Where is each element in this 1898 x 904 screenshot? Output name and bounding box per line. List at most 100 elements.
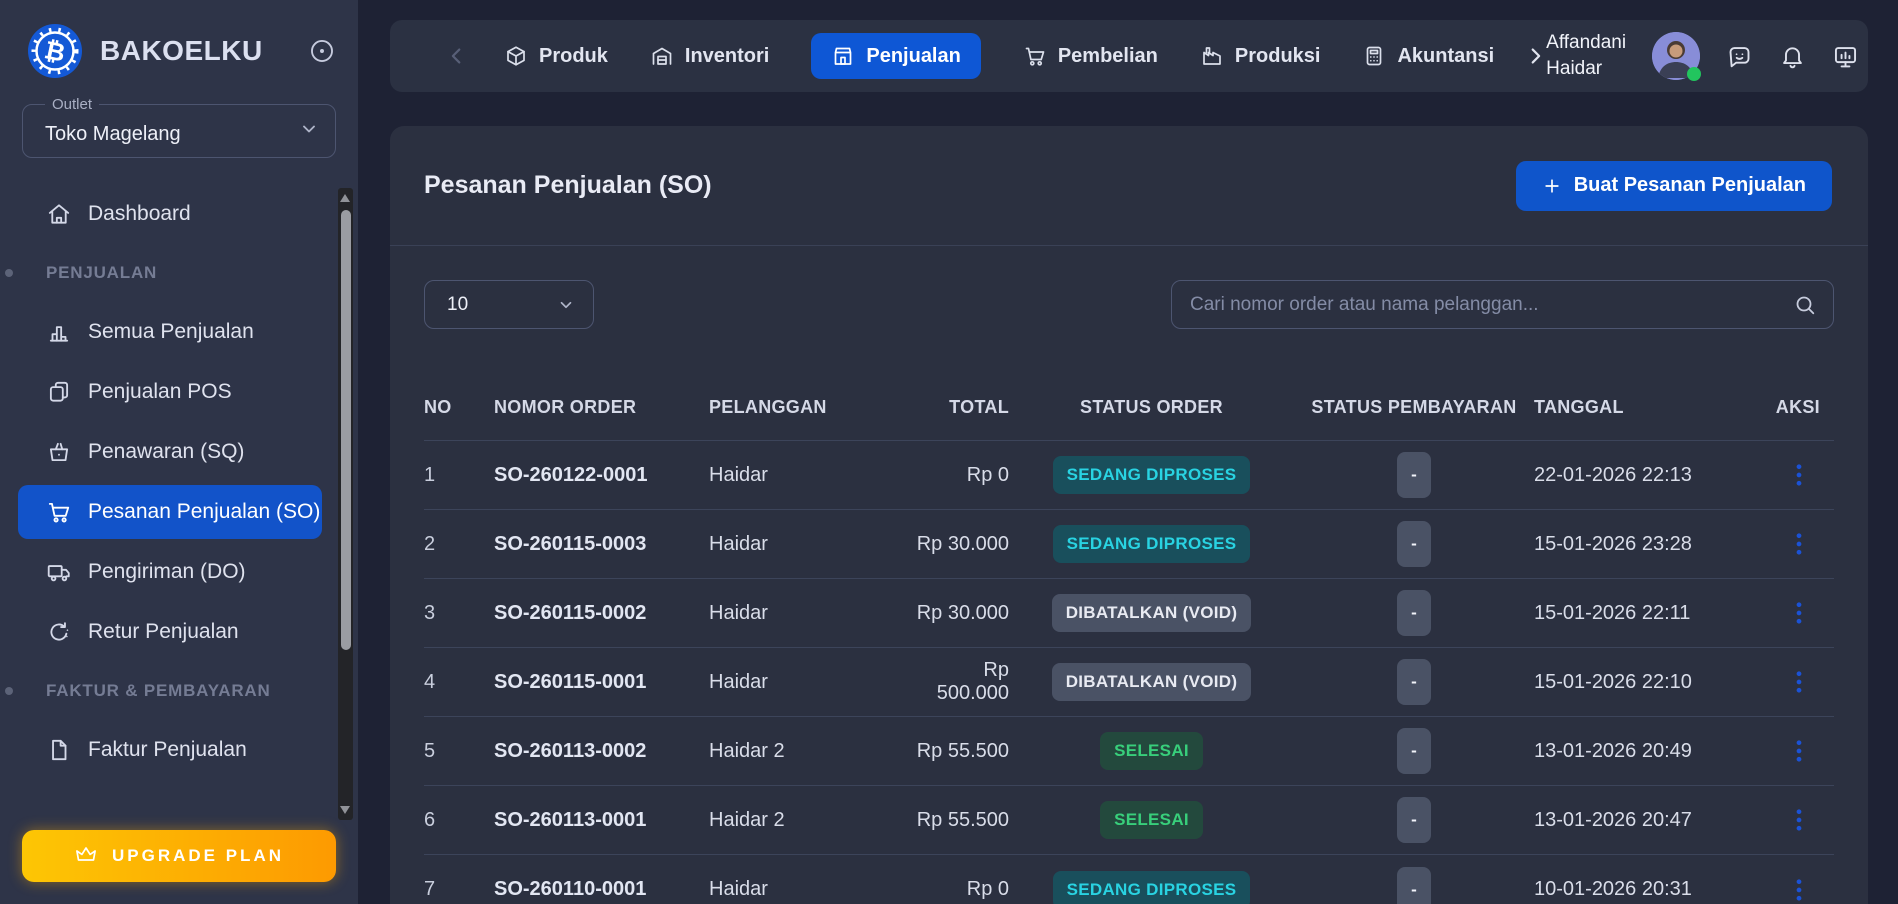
page-title: Pesanan Penjualan (SO) bbox=[424, 171, 712, 200]
cell-total: Rp 500.000 bbox=[909, 659, 1009, 705]
sidebar-section-label: PENJUALAN bbox=[0, 244, 358, 302]
cell-customer: Haidar 2 bbox=[709, 809, 909, 832]
tab-produksi[interactable]: Produksi bbox=[1200, 44, 1321, 68]
cell-date: 15-01-2026 22:10 bbox=[1534, 671, 1764, 694]
tab-akuntansi[interactable]: Akuntansi bbox=[1362, 44, 1494, 68]
table-header-row: NONOMOR ORDERPELANGGANTOTALSTATUS ORDERS… bbox=[424, 375, 1834, 441]
cart-icon bbox=[1023, 44, 1047, 68]
tab-pembelian[interactable]: Pembelian bbox=[1023, 44, 1158, 68]
chevron-down-icon bbox=[557, 296, 575, 314]
page-size-select[interactable]: 10 bbox=[424, 280, 594, 329]
table-row: 3 SO-260115-0002 Haidar Rp 30.000 DIBATA… bbox=[424, 579, 1834, 648]
avatar[interactable] bbox=[1652, 32, 1700, 80]
search-input[interactable] bbox=[1172, 294, 1833, 316]
order-status-badge: DIBATALKAN (VOID) bbox=[1052, 594, 1252, 632]
file-icon bbox=[46, 737, 76, 763]
sidebar-item-faktur-penjualan[interactable]: Faktur Penjualan bbox=[0, 720, 358, 780]
upgrade-plan-label: UPGRADE PLAN bbox=[112, 846, 284, 866]
notifications-icon[interactable] bbox=[1779, 43, 1806, 70]
sidebar-item-penjualan-pos[interactable]: Penjualan POS bbox=[0, 362, 358, 422]
user-cluster: Affandani Haidar bbox=[1546, 30, 1859, 81]
column-header: NO bbox=[424, 397, 494, 418]
tab-label: Produksi bbox=[1235, 45, 1321, 68]
row-actions-icon[interactable] bbox=[1788, 738, 1810, 764]
cell-order-number: SO-260115-0002 bbox=[494, 602, 646, 624]
search-icon[interactable] bbox=[1793, 293, 1817, 317]
home-icon bbox=[46, 201, 76, 227]
warehouse-icon bbox=[650, 44, 674, 68]
table-body: 1 SO-260122-0001 Haidar Rp 0 SEDANG DIPR… bbox=[424, 441, 1834, 904]
payment-status-badge: - bbox=[1397, 521, 1431, 567]
row-actions-icon[interactable] bbox=[1788, 462, 1810, 488]
cell-total: Rp 0 bbox=[909, 464, 1009, 487]
cell-customer: Haidar bbox=[709, 602, 909, 625]
order-status-badge: SELESAI bbox=[1100, 732, 1203, 770]
card-header: Pesanan Penjualan (SO) Buat Pesanan Penj… bbox=[390, 126, 1868, 246]
cell-no: 1 bbox=[424, 464, 494, 487]
sidebar-item-label: Retur Penjualan bbox=[88, 620, 239, 644]
scroll-down-icon[interactable] bbox=[340, 806, 350, 814]
sidebar-nav: Dashboard PENJUALAN Semua Penjualan Penju… bbox=[0, 184, 358, 780]
cell-no: 7 bbox=[424, 878, 494, 901]
factory-icon bbox=[1200, 44, 1224, 68]
cell-order-number: SO-260113-0002 bbox=[494, 740, 646, 762]
collapse-sidebar-icon[interactable] bbox=[308, 37, 336, 65]
cell-customer: Haidar bbox=[709, 464, 909, 487]
display-monitor-icon[interactable] bbox=[1832, 43, 1859, 70]
table-row: 6 SO-260113-0001 Haidar 2 Rp 55.500 SELE… bbox=[424, 786, 1834, 855]
module-tabs: Produk Inventori Penjualan Pembelian Pro… bbox=[504, 33, 1494, 79]
upgrade-plan-button[interactable]: UPGRADE PLAN bbox=[22, 830, 336, 882]
sidebar-item-retur-penjualan[interactable]: Retur Penjualan bbox=[0, 602, 358, 662]
column-header: TOTAL bbox=[909, 397, 1009, 418]
payment-status-badge: - bbox=[1397, 728, 1431, 774]
cell-total: Rp 55.500 bbox=[909, 809, 1009, 832]
row-actions-icon[interactable] bbox=[1788, 877, 1810, 903]
tab-inventori[interactable]: Inventori bbox=[650, 44, 769, 68]
content-card: Pesanan Penjualan (SO) Buat Pesanan Penj… bbox=[390, 126, 1868, 904]
sidebar-item-pengiriman-do[interactable]: Pengiriman (DO) bbox=[0, 542, 358, 602]
cell-no: 3 bbox=[424, 602, 494, 625]
messages-icon[interactable] bbox=[1726, 43, 1753, 70]
cell-date: 22-01-2026 22:13 bbox=[1534, 464, 1764, 487]
app-root: ₿ BAKOELKU Outlet Toko Magelang Dashboar… bbox=[0, 0, 1898, 904]
scrollbar-thumb[interactable] bbox=[341, 210, 351, 650]
row-actions-icon[interactable] bbox=[1788, 600, 1810, 626]
order-status-badge: SELESAI bbox=[1100, 801, 1203, 839]
filter-row: 10 bbox=[390, 246, 1868, 329]
column-header: TANGGAL bbox=[1534, 397, 1764, 418]
outlet-label: Outlet bbox=[45, 96, 99, 113]
nav-scroll-left-icon[interactable] bbox=[446, 45, 468, 67]
outlet-selector[interactable]: Outlet Toko Magelang bbox=[22, 104, 336, 158]
cell-order-number: SO-260115-0001 bbox=[494, 671, 646, 693]
tab-label: Produk bbox=[539, 45, 608, 68]
create-sales-order-label: Buat Pesanan Penjualan bbox=[1574, 174, 1806, 197]
basket-icon bbox=[46, 439, 76, 465]
cell-total: Rp 0 bbox=[909, 878, 1009, 901]
create-sales-order-button[interactable]: Buat Pesanan Penjualan bbox=[1516, 161, 1832, 211]
tab-penjualan[interactable]: Penjualan bbox=[811, 33, 980, 79]
table-row: 5 SO-260113-0002 Haidar 2 Rp 55.500 SELE… bbox=[424, 717, 1834, 786]
tab-produk[interactable]: Produk bbox=[504, 44, 608, 68]
scroll-up-icon[interactable] bbox=[340, 194, 350, 202]
row-actions-icon[interactable] bbox=[1788, 531, 1810, 557]
cell-date: 10-01-2026 20:31 bbox=[1534, 878, 1764, 901]
column-header: AKSI bbox=[1764, 397, 1834, 418]
sidebar-item-dashboard[interactable]: Dashboard bbox=[0, 184, 358, 244]
sidebar-item-penawaran-sq[interactable]: Penawaran (SQ) bbox=[0, 422, 358, 482]
brand-row: ₿ BAKOELKU bbox=[0, 0, 358, 90]
sidebar-item-semua-penjualan[interactable]: Semua Penjualan bbox=[0, 302, 358, 362]
cell-order-number: SO-260122-0001 bbox=[494, 464, 647, 486]
cell-customer: Haidar bbox=[709, 533, 909, 556]
cell-order-number: SO-260113-0001 bbox=[494, 809, 646, 831]
nav-scroll-right-icon[interactable] bbox=[1524, 45, 1546, 67]
sidebar-item-label: Faktur Penjualan bbox=[88, 738, 247, 762]
store-icon bbox=[831, 44, 855, 68]
row-actions-icon[interactable] bbox=[1788, 669, 1810, 695]
sidebar-item-label: Dashboard bbox=[88, 202, 191, 226]
sidebar-item-label: Penjualan POS bbox=[88, 380, 232, 404]
sidebar-scrollbar[interactable] bbox=[338, 188, 353, 820]
brand-name: BAKOELKU bbox=[100, 35, 308, 67]
row-actions-icon[interactable] bbox=[1788, 807, 1810, 833]
sidebar-item-pesanan-penjualan-so[interactable]: Pesanan Penjualan (SO) bbox=[18, 485, 322, 539]
crown-icon bbox=[74, 842, 98, 871]
